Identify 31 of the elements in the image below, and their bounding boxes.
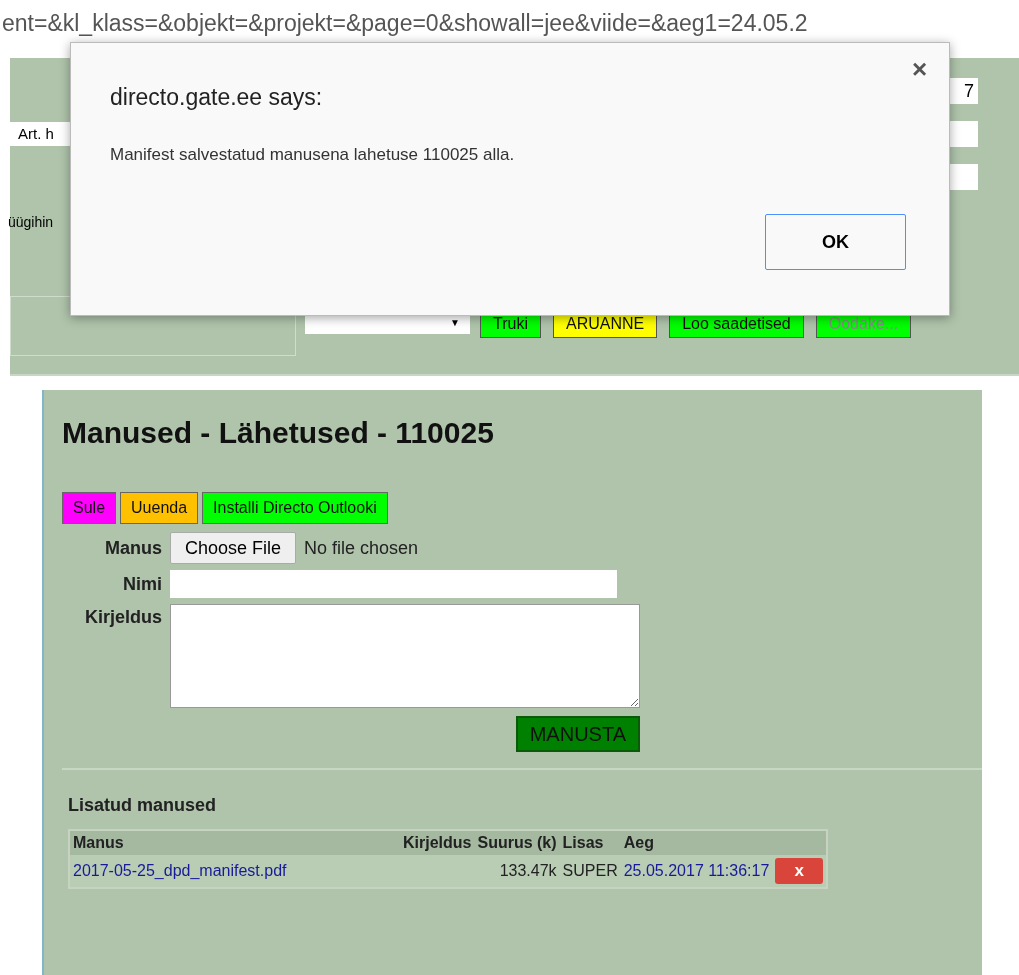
ok-button[interactable]: OK xyxy=(765,214,906,270)
page-title: Manused - Lähetused - 110025 xyxy=(62,415,495,451)
manusta-button[interactable]: MANUSTA xyxy=(515,716,640,752)
address-url: ent=&kl_klass=&objekt=&projekt=&page=0&showall=jee&viide=&aeg1=24.05.2 xyxy=(2,10,808,36)
file-status: No file chosen xyxy=(304,536,419,560)
table-cell: 25.05.2017 11:36:17 xyxy=(623,862,770,879)
description-field[interactable] xyxy=(170,604,640,708)
file-link[interactable]: 2017-05-25_dpd_manifest.pdf xyxy=(73,862,287,879)
column-header: Manus xyxy=(70,831,400,855)
table-cell: SUPER xyxy=(562,862,618,879)
section-title: Lisatud manused xyxy=(68,794,218,817)
close-button[interactable]: × xyxy=(912,56,928,82)
dialog-title: directo.gate.ee says: xyxy=(110,83,323,112)
action-button[interactable]: Installi Directo Outlooki xyxy=(202,492,388,524)
column-header: Lisas xyxy=(559,831,621,855)
column-header: Kirjeldus xyxy=(400,831,475,855)
column-header: Suurus (k) xyxy=(474,831,560,855)
side-label: üügihin xyxy=(8,213,55,232)
column-header: Aeg xyxy=(620,831,773,855)
name-field[interactable] xyxy=(170,570,617,598)
table-cell: 133.47k xyxy=(499,862,557,879)
delete-button[interactable]: x xyxy=(775,858,824,884)
action-button[interactable]: Sule xyxy=(62,492,117,524)
dropdown-arrow-icon: ▼ xyxy=(450,314,460,330)
choose-file-button[interactable]: Choose File xyxy=(170,532,297,564)
field-label: Kirjeldus xyxy=(83,606,162,629)
field-label: Manus xyxy=(104,536,162,560)
column-header xyxy=(772,831,827,855)
field-label: Nimi xyxy=(122,572,162,596)
dialog-message: Manifest salvestatud manusena lahetuse 110025 alla. xyxy=(110,144,515,166)
action-button[interactable]: Uuenda xyxy=(120,492,199,524)
